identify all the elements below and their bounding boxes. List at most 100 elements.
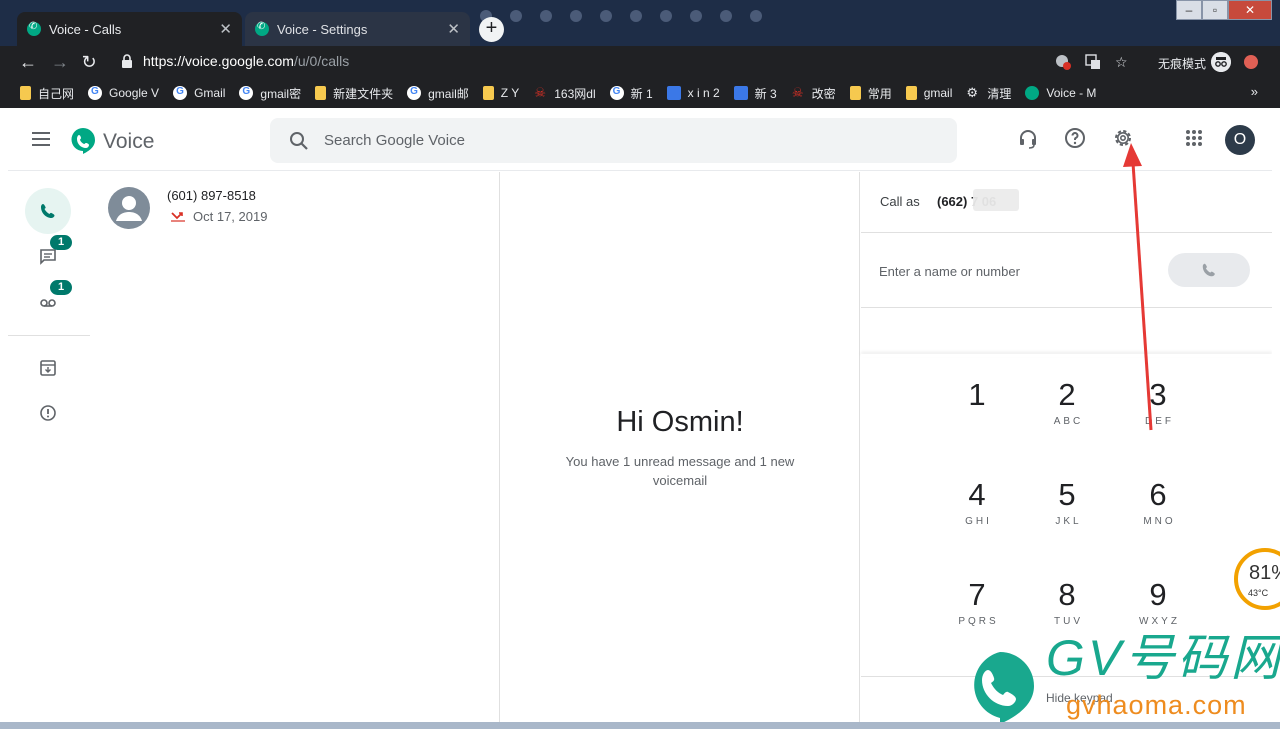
bookmark-item[interactable]: gmail密: [239, 85, 301, 102]
reload-icon[interactable]: ↻: [77, 50, 101, 74]
settings-gear-icon[interactable]: [1111, 126, 1135, 150]
background-window-tabs: [480, 10, 762, 22]
bookmark-item[interactable]: 新 3: [733, 85, 777, 102]
browser-toolbar: ← → ↻ https://voice.google.com/u/0/calls…: [0, 46, 1280, 78]
contact-avatar-icon: [108, 187, 150, 229]
search-box[interactable]: [270, 118, 957, 163]
greeting-panel: Hi Osmin! You have 1 unread message and …: [500, 172, 860, 722]
google-icon: [88, 86, 103, 100]
voicemail-icon: [40, 299, 56, 307]
nav-archive-button[interactable]: [25, 345, 71, 391]
tab-voice-calls[interactable]: Voice - Calls ✕: [17, 12, 242, 46]
folder-icon: [905, 86, 917, 100]
main-menu-icon[interactable]: [32, 132, 50, 146]
voice-favicon-icon: [1025, 86, 1040, 100]
window-bottom-border: [0, 722, 1280, 729]
close-tab-icon[interactable]: ✕: [447, 20, 460, 38]
archive-icon: [40, 360, 56, 376]
bookmark-item[interactable]: ⚙ 清理: [966, 85, 1011, 102]
gear-icon: ⚙: [966, 85, 979, 100]
keypad-key-2[interactable]: 2 ABC: [1027, 378, 1107, 458]
phone-icon: [1202, 263, 1215, 277]
keypad-key-3[interactable]: 3 DEF: [1118, 378, 1198, 458]
new-tab-button[interactable]: +: [479, 17, 504, 42]
extension-icon[interactable]: [1244, 55, 1258, 69]
voice-favicon-icon: [27, 21, 41, 36]
missed-call-icon: [171, 212, 185, 222]
keypad-key-6[interactable]: 6 MNO: [1118, 478, 1198, 558]
close-tab-icon[interactable]: ✕: [219, 20, 232, 38]
incognito-label: 无痕模式: [1158, 57, 1207, 71]
keypad-key-7[interactable]: 7 PQRS: [937, 578, 1017, 658]
folder-icon: [482, 86, 494, 100]
google-icon: [407, 86, 422, 100]
search-input[interactable]: [324, 118, 924, 163]
app-header: Voice Search Google Voice O: [8, 110, 1272, 171]
bookmark-item[interactable]: ☠ 163网dl: [533, 85, 595, 102]
bookmark-item[interactable]: 新 1: [609, 85, 653, 102]
account-avatar[interactable]: O: [1225, 125, 1255, 155]
bookmark-item[interactable]: gmail: [905, 86, 952, 100]
call-date: Oct 17, 2019: [193, 209, 268, 224]
maximize-button[interactable]: ▫: [1202, 0, 1228, 20]
bookmark-item[interactable]: 常用: [849, 85, 892, 102]
bookmark-star-icon[interactable]: ☆: [1115, 51, 1128, 73]
cpu-percent: 81%: [1249, 562, 1280, 584]
message-icon: [40, 249, 56, 265]
help-icon[interactable]: [1063, 126, 1087, 150]
search-icon: [290, 132, 308, 150]
cpu-temperature: 43°C: [1248, 588, 1269, 598]
google-icon: [173, 86, 188, 100]
tab-title: Voice - Calls: [49, 21, 122, 37]
app-title: Voice: [103, 130, 155, 153]
watermark-text: GV号码网: [1046, 630, 1280, 686]
watermark-logo-icon: [974, 652, 1034, 724]
bookmarks-overflow-icon[interactable]: »: [1251, 84, 1258, 99]
voice-favicon-icon: [255, 21, 269, 36]
greeting-subtitle: You have 1 unread message and 1 new voic…: [565, 454, 795, 488]
phone-icon: [41, 204, 55, 218]
minimize-button[interactable]: –: [1176, 0, 1202, 20]
back-arrow-icon[interactable]: ←: [16, 50, 40, 74]
bookmarks-bar: 自己网 Google V Gmail gmail密 新建文件夹 gmail邮 Z…: [0, 78, 1280, 108]
call-as-row[interactable]: Call as (662) 7 06: [861, 172, 1272, 233]
lock-icon[interactable]: [121, 54, 133, 68]
redaction-blur: [973, 189, 1019, 211]
bookmark-item[interactable]: Z Y: [482, 86, 519, 100]
voice-logo-icon: [71, 128, 95, 154]
bookmark-item[interactable]: Google V: [88, 86, 159, 100]
blocked-content-icon[interactable]: [1055, 54, 1071, 70]
nav-spam-button[interactable]: [25, 390, 71, 436]
bookmark-item[interactable]: 新建文件夹: [315, 85, 393, 102]
forward-arrow-icon[interactable]: →: [48, 50, 72, 74]
place-call-button[interactable]: [1168, 253, 1250, 287]
call-list-item[interactable]: (601) 897-8518 Oct 17, 2019: [90, 172, 500, 232]
close-window-button[interactable]: ✕: [1228, 0, 1272, 20]
keypad-key-1[interactable]: 1: [937, 378, 1017, 458]
left-nav-rail: 1 1: [8, 172, 90, 722]
keypad-key-5[interactable]: 5 JKL: [1027, 478, 1107, 558]
skull-icon: ☠: [534, 85, 547, 100]
tab-voice-settings[interactable]: Voice - Settings ✕: [245, 12, 470, 46]
bookmark-item[interactable]: x i n 2: [666, 86, 720, 100]
bookmark-item[interactable]: 自己网: [20, 85, 74, 102]
incognito-icon[interactable]: [1211, 52, 1231, 72]
folder-icon: [315, 86, 327, 100]
translate-icon[interactable]: [1085, 54, 1101, 70]
window-controls: – ▫ ✕: [1176, 0, 1272, 20]
google-icon: [609, 86, 624, 100]
headset-support-icon[interactable]: [1016, 126, 1040, 150]
tab-title: Voice - Settings: [277, 21, 368, 37]
apps-grid-icon[interactable]: [1182, 126, 1206, 150]
folder-icon: [20, 86, 31, 100]
address-bar[interactable]: https://voice.google.com/u/0/calls: [143, 53, 349, 69]
nav-calls-button[interactable]: [25, 188, 71, 234]
url-host: https://voice.google.com: [143, 53, 294, 69]
bookmark-item[interactable]: ☠ 改密: [791, 85, 836, 102]
bookmark-item[interactable]: Gmail: [173, 86, 225, 100]
bookmark-item[interactable]: Voice - M: [1025, 86, 1096, 100]
dial-number-input[interactable]: [879, 254, 1149, 288]
keypad-key-4[interactable]: 4 GHI: [937, 478, 1017, 558]
bookmark-item[interactable]: gmail邮: [407, 85, 469, 102]
messages-badge: 1: [50, 235, 72, 250]
